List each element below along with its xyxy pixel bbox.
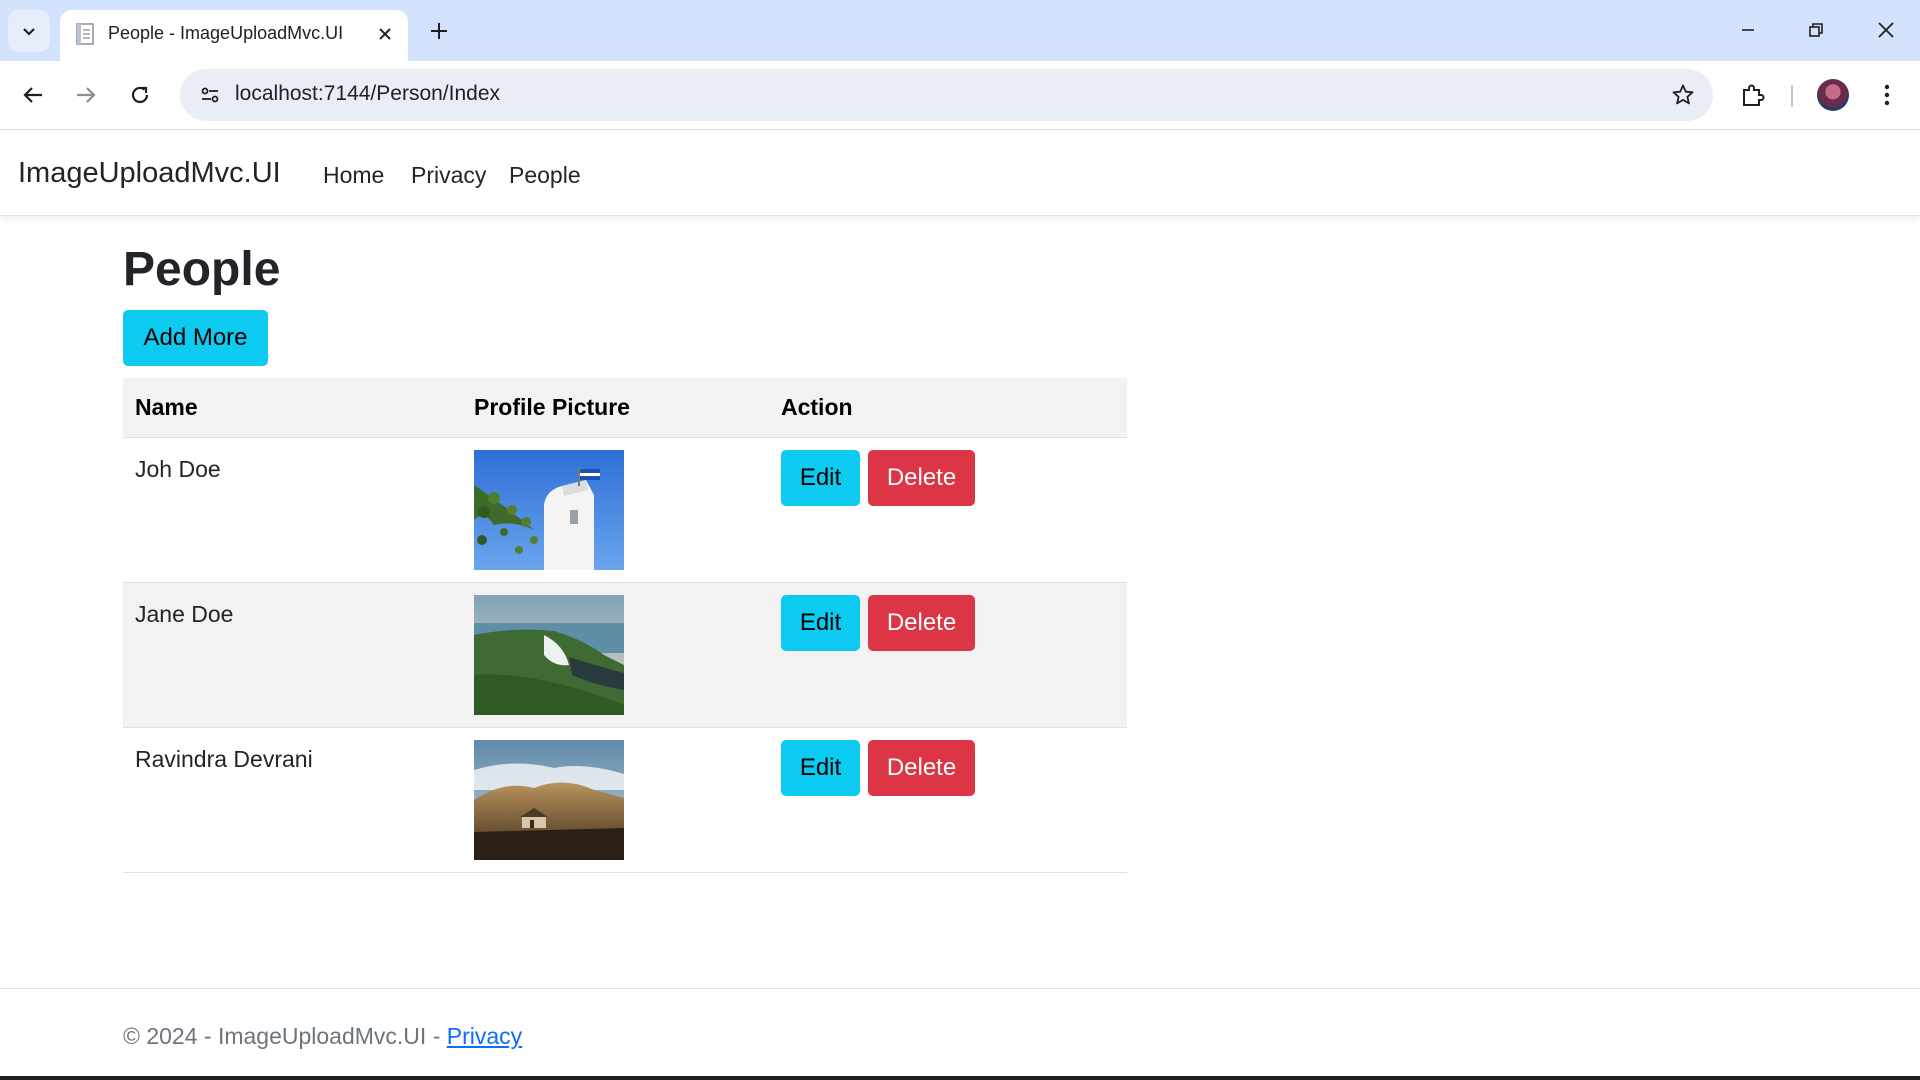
window-bottom-edge [0,1076,1920,1080]
nav-link-people[interactable]: People [509,162,581,189]
toolbar-separator [1791,85,1793,107]
column-header-name: Name [135,394,198,420]
extensions-puzzle-icon[interactable] [1735,77,1771,113]
table-header: Name Profile Picture Action [123,378,1127,438]
nav-link-privacy[interactable]: Privacy [411,162,486,189]
chevron-down-icon [23,28,35,36]
minimize-icon[interactable] [1726,12,1770,48]
browser-toolbar: localhost:7144/Person/Index [0,61,1920,130]
reload-icon[interactable] [122,77,158,113]
browser-tabstrip: People - ImageUploadMvc.UI [0,0,1920,61]
address-bar[interactable]: localhost:7144/Person/Index [180,69,1713,121]
profile-picture [474,740,624,860]
new-tab-icon[interactable] [424,16,454,46]
kebab-menu-icon[interactable] [1869,77,1905,113]
close-tab-icon[interactable] [374,23,396,45]
profile-avatar[interactable] [1817,79,1849,111]
person-name: Ravindra Devrani [135,746,313,772]
back-arrow-icon[interactable] [15,77,51,113]
bookmark-star-icon[interactable] [1669,81,1697,109]
delete-button[interactable]: Delete [868,595,975,651]
table-row: Joh Doe Edit Delete [123,438,1127,583]
page-favicon-icon [76,23,94,45]
table-row: Ravindra Devrani Edit Delete [123,728,1127,873]
site-settings-icon[interactable] [192,77,228,113]
person-name: Jane Doe [135,601,234,627]
nav-link-home[interactable]: Home [323,162,384,189]
footer-copyright: © 2024 - ImageUploadMvc.UI - Privacy [123,1023,522,1050]
close-window-icon[interactable] [1864,12,1908,48]
site-footer: © 2024 - ImageUploadMvc.UI - Privacy [0,988,1920,1080]
tab-search-button[interactable] [8,10,50,52]
restore-icon[interactable] [1794,12,1838,48]
page-title: People [123,243,281,296]
delete-button[interactable]: Delete [868,740,975,796]
profile-picture [474,595,624,715]
edit-button[interactable]: Edit [781,740,860,796]
edit-button[interactable]: Edit [781,450,860,506]
delete-button[interactable]: Delete [868,450,975,506]
column-header-profile-picture: Profile Picture [474,394,630,420]
footer-privacy-link[interactable]: Privacy [447,1023,522,1049]
tab-title: People - ImageUploadMvc.UI [108,23,344,43]
footer-copyright-text: © 2024 - ImageUploadMvc.UI - [123,1023,447,1049]
site-navbar: ImageUploadMvc.UI Home Privacy People [0,131,1920,216]
forward-arrow-icon[interactable] [68,77,104,113]
navbar-brand[interactable]: ImageUploadMvc.UI [18,157,281,190]
person-name: Joh Doe [135,456,221,482]
add-more-button[interactable]: Add More [123,310,268,366]
url-text[interactable]: localhost:7144/Person/Index [235,82,500,106]
column-header-action: Action [781,394,853,420]
table-row: Jane Doe Edit Delete [123,583,1127,728]
browser-tab-active[interactable]: People - ImageUploadMvc.UI [60,10,408,61]
profile-picture [474,450,624,570]
edit-button[interactable]: Edit [781,595,860,651]
